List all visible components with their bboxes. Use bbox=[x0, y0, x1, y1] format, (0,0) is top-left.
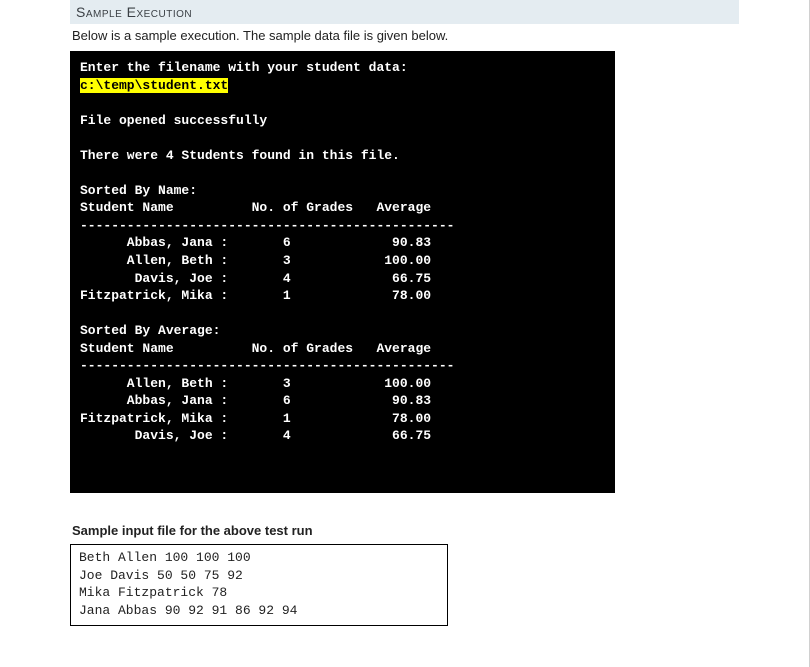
user-input-highlight: c:\temp\student.txt bbox=[80, 78, 228, 93]
sample-file-heading: Sample input file for the above test run bbox=[72, 523, 737, 538]
sample-input-file: Beth Allen 100 100 100 Joe Davis 50 50 7… bbox=[70, 544, 448, 626]
section-heading: Sample Execution bbox=[70, 0, 739, 24]
page: Sample Execution Below is a sample execu… bbox=[0, 0, 810, 667]
intro-text: Below is a sample execution. The sample … bbox=[72, 28, 737, 43]
console-output: Enter the filename with your student dat… bbox=[70, 51, 615, 493]
